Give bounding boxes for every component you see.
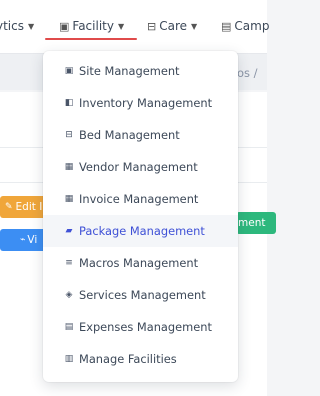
menu-item-expenses-management[interactable]: ▤ Expenses Management — [43, 311, 238, 343]
active-nav-underline — [45, 38, 137, 40]
menu-item-label: Services Management — [79, 288, 206, 302]
menu-item-site-management[interactable]: ▣ Site Management — [43, 55, 238, 87]
layers-icon: ◈ — [65, 290, 73, 300]
vendor-icon: ▦ — [64, 162, 74, 172]
menu-item-vendor-management[interactable]: ▦ Vendor Management — [43, 151, 238, 183]
nav-camp[interactable]: ▤ Camp — [221, 19, 269, 33]
nav-camp-label: Camp — [234, 19, 270, 33]
menu-item-package-management[interactable]: ▰ Package Management — [43, 215, 238, 247]
nav-analytics-label: ytics — [0, 19, 24, 33]
manage-button-label: ment — [238, 217, 266, 229]
view-button[interactable]: ⌁ Vi — [0, 229, 46, 251]
menu-item-label: Package Management — [79, 224, 205, 238]
receipt-icon: ▤ — [64, 322, 74, 332]
bed-icon: ⊟ — [147, 19, 157, 33]
facility-dropdown-menu: ▣ Site Management ◧ Inventory Management… — [43, 51, 238, 382]
menu-item-label: Macros Management — [79, 256, 199, 270]
edit-button-label: Edit I — [15, 201, 43, 213]
manage-button[interactable]: ment — [236, 212, 276, 234]
top-navbar: ytics ▼ ▣ Facility ▼ ⊟ Care ▼ ▤ Camp — [0, 0, 269, 54]
nav-care[interactable]: ⊟ Care ▼ — [147, 19, 197, 33]
package-icon: ▰ — [65, 226, 73, 236]
view-icon: ⌁ — [20, 235, 26, 245]
menu-item-invoice-management[interactable]: ▦ Invoice Management — [43, 183, 238, 215]
caret-down-icon: ▼ — [117, 21, 125, 31]
nav-facility[interactable]: ▣ Facility ▼ — [59, 19, 124, 33]
menu-item-inventory-management[interactable]: ◧ Inventory Management — [43, 87, 238, 119]
menu-item-manage-facilities[interactable]: ▥ Manage Facilities — [43, 343, 238, 375]
menu-item-label: Site Management — [79, 64, 180, 78]
menu-item-label: Expenses Management — [79, 320, 212, 334]
menu-item-label: Vendor Management — [79, 160, 198, 174]
menu-item-bed-management[interactable]: ⊟ Bed Management — [43, 119, 238, 151]
edit-button[interactable]: ✎ Edit I — [0, 196, 46, 218]
nav-care-label: Care — [159, 19, 188, 33]
breadcrumb: os / — [237, 66, 258, 80]
bed-icon: ⊟ — [65, 130, 73, 140]
briefcase-icon: ▤ — [221, 19, 232, 33]
menu-item-label: Inventory Management — [79, 96, 213, 110]
macros-icon: ≡ — [65, 258, 73, 268]
menu-item-macros-management[interactable]: ≡ Macros Management — [43, 247, 238, 279]
inventory-icon: ◧ — [64, 98, 74, 108]
menu-item-label: Bed Management — [79, 128, 180, 142]
nav-facility-label: Facility — [72, 19, 114, 33]
menu-item-label: Manage Facilities — [79, 352, 177, 366]
invoice-icon: ▦ — [64, 194, 74, 204]
edit-icon: ✎ — [5, 202, 13, 212]
building-icon: ▣ — [59, 19, 70, 33]
menu-item-label: Invoice Management — [79, 192, 199, 206]
menu-item-services-management[interactable]: ◈ Services Management — [43, 279, 238, 311]
building-icon: ▣ — [64, 66, 74, 76]
clipboard-icon: ▥ — [64, 354, 74, 364]
caret-down-icon: ▼ — [28, 21, 35, 31]
caret-down-icon: ▼ — [191, 21, 198, 31]
nav-analytics[interactable]: ytics ▼ — [0, 19, 34, 33]
view-button-label: Vi — [27, 234, 38, 246]
